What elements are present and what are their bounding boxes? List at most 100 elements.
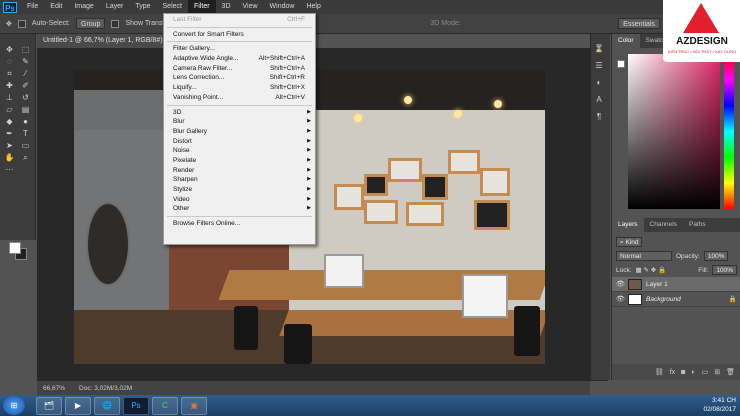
menu-3d[interactable]: 3D xyxy=(216,0,237,14)
layer-row-background[interactable]: 👁 Background 🔒 xyxy=(612,292,740,307)
healing-brush-tool-icon[interactable]: ✚ xyxy=(3,80,17,91)
eraser-tool-icon[interactable]: ▱ xyxy=(3,104,17,115)
path-select-tool-icon[interactable]: ➤ xyxy=(3,140,17,151)
foreground-color-swatch[interactable] xyxy=(9,242,21,254)
menu-file[interactable]: File xyxy=(21,0,44,14)
menu-item-distort[interactable]: Distort ▶ xyxy=(164,137,315,147)
gradient-tool-icon[interactable]: ▤ xyxy=(19,104,33,115)
taskbar-camtasia[interactable]: C xyxy=(152,396,178,415)
more-tools-icon[interactable]: ⋯ xyxy=(3,164,17,175)
visibility-eye-icon[interactable]: 👁 xyxy=(616,295,625,303)
blur-tool-icon[interactable]: ◆ xyxy=(3,116,17,127)
menu-item-render[interactable]: Render ▶ xyxy=(164,166,315,176)
system-clock[interactable]: 3:41 CH 02/08/2017 xyxy=(703,396,736,414)
start-button[interactable]: ⊞ xyxy=(3,396,25,415)
taskbar-browser[interactable]: 🌐 xyxy=(94,396,120,415)
opacity-field[interactable]: 100% xyxy=(703,251,729,261)
menu-item-filter-gallery[interactable]: Filter Gallery... xyxy=(164,44,315,54)
menu-type[interactable]: Type xyxy=(129,0,156,14)
layer-filter-kind-dropdown[interactable]: ⌕ Kind xyxy=(616,237,643,247)
lock-icons[interactable]: ▦ ✎ ✥ 🔒 xyxy=(636,266,667,274)
hue-slider[interactable] xyxy=(724,54,734,209)
menu-layer[interactable]: Layer xyxy=(100,0,130,14)
adjustment-layer-icon[interactable]: ◐ xyxy=(691,369,695,376)
3d-mode-label: 3D Mode: xyxy=(430,20,461,27)
dodge-tool-icon[interactable]: ● xyxy=(19,116,33,127)
tab-channels[interactable]: Channels xyxy=(644,218,683,232)
tab-layers[interactable]: Layers xyxy=(612,218,644,232)
clone-stamp-tool-icon[interactable]: ⊥ xyxy=(3,92,17,103)
lasso-tool-icon[interactable]: ◌ xyxy=(3,56,17,67)
adjustments-panel-icon[interactable]: ◐ xyxy=(593,78,605,88)
azdesign-logo: AZDESIGN KIẾN TRÚC • NỘI THẤT • XÂY DỰNG xyxy=(663,0,740,62)
pen-tool-icon[interactable]: ✒ xyxy=(3,128,17,139)
workspace-dropdown[interactable]: Essentials xyxy=(618,18,660,29)
crop-tool-icon[interactable]: ⌗ xyxy=(3,68,17,79)
history-panel-icon[interactable]: ⌛ xyxy=(593,44,605,54)
brush-tool-icon[interactable]: ✐ xyxy=(19,80,33,91)
menu-item-adaptive-wide-angle[interactable]: Adaptive Wide Angle... Alt+Shift+Ctrl+A xyxy=(164,54,315,64)
canvas-area[interactable] xyxy=(37,48,608,381)
character-panel-icon[interactable]: A xyxy=(593,95,605,105)
menu-item-stylize[interactable]: Stylize ▶ xyxy=(164,185,315,195)
paragraph-panel-icon[interactable]: ¶ xyxy=(593,112,605,122)
menu-item-noise[interactable]: Noise ▶ xyxy=(164,146,315,156)
photoshop-logo: Ps xyxy=(3,1,17,13)
menu-edit[interactable]: Edit xyxy=(44,0,68,14)
show-transform-checkbox[interactable] xyxy=(111,19,120,28)
add-mask-icon[interactable]: ◙ xyxy=(681,369,685,376)
menu-help[interactable]: Help xyxy=(300,0,326,14)
shape-tool-icon[interactable]: ▭ xyxy=(19,140,33,151)
menu-item-last-filter[interactable]: Last Filter Ctrl+F xyxy=(164,15,315,25)
new-group-icon[interactable]: ▭ xyxy=(702,368,709,376)
blend-mode-dropdown[interactable]: Normal xyxy=(616,251,672,261)
menu-item-vanishing-point[interactable]: Vanishing Point... Alt+Ctrl+V xyxy=(164,93,315,103)
taskbar-photoshop[interactable]: Ps xyxy=(123,396,149,415)
link-layers-icon[interactable]: ⛓ xyxy=(655,368,664,376)
zoom-level[interactable]: 66,67% xyxy=(43,385,65,392)
menu-image[interactable]: Image xyxy=(68,0,99,14)
hand-tool-icon[interactable]: ✋ xyxy=(3,152,17,163)
tab-color[interactable]: Color xyxy=(612,34,640,48)
taskbar-media-player[interactable]: ▶ xyxy=(65,396,91,415)
quick-select-tool-icon[interactable]: ✎ xyxy=(19,56,33,67)
type-tool-icon[interactable]: T xyxy=(19,128,33,139)
menu-item-blur[interactable]: Blur ▶ xyxy=(164,117,315,127)
menu-item-sharpen[interactable]: Sharpen ▶ xyxy=(164,175,315,185)
taskbar-file-explorer[interactable]: 🗂 xyxy=(36,396,62,415)
menu-window[interactable]: Window xyxy=(264,0,301,14)
menu-item-convert-smart-filters[interactable]: Convert for Smart Filters xyxy=(164,30,315,40)
menu-item-browse-filters-online[interactable]: Browse Filters Online... xyxy=(164,219,315,229)
color-picker-field[interactable] xyxy=(628,54,720,209)
menu-select[interactable]: Select xyxy=(157,0,188,14)
layer-row-layer-1[interactable]: 👁 Layer 1 xyxy=(612,277,740,292)
menu-item-liquify[interactable]: Liquify... Shift+Ctrl+X xyxy=(164,83,315,93)
menu-item-blur-gallery[interactable]: Blur Gallery ▶ xyxy=(164,127,315,137)
move-tool-icon[interactable]: ✥ xyxy=(6,20,12,28)
menu-item-other[interactable]: Other ▶ xyxy=(164,204,315,214)
menu-filter[interactable]: Filter xyxy=(187,0,216,14)
eyedropper-tool-icon[interactable]: ⁄ xyxy=(19,68,33,79)
tab-paths[interactable]: Paths xyxy=(683,218,712,232)
menu-item-video[interactable]: Video ▶ xyxy=(164,195,315,205)
menu-item-3d[interactable]: 3D ▶ xyxy=(164,108,315,118)
photo-wall-shelves xyxy=(324,144,514,234)
taskbar-recorder[interactable]: ▣ xyxy=(181,396,207,415)
marquee-tool-icon[interactable]: ⬚ xyxy=(19,44,33,55)
menu-item-camera-raw[interactable]: Camera Raw Filter... Shift+Ctrl+A xyxy=(164,64,315,74)
fill-field[interactable]: 100% xyxy=(712,265,737,275)
layer-style-icon[interactable]: fx xyxy=(670,369,675,376)
new-layer-icon[interactable]: ⊞ xyxy=(714,368,720,376)
visibility-eye-icon[interactable]: 👁 xyxy=(616,280,625,288)
menu-item-lens-correction[interactable]: Lens Correction... Shift+Ctrl+R xyxy=(164,73,315,83)
delete-layer-icon[interactable]: 🗑 xyxy=(726,368,735,376)
properties-panel-icon[interactable]: ☰ xyxy=(593,61,605,71)
zoom-tool-icon[interactable]: ⌕ xyxy=(19,152,33,163)
foreground-color-chip[interactable] xyxy=(617,60,625,68)
move-tool-icon[interactable]: ✥ xyxy=(3,44,17,55)
auto-select-checkbox[interactable] xyxy=(17,19,26,28)
menu-item-pixelate[interactable]: Pixelate ▶ xyxy=(164,156,315,166)
menu-view[interactable]: View xyxy=(237,0,264,14)
history-brush-tool-icon[interactable]: ↺ xyxy=(19,92,33,103)
auto-select-target-dropdown[interactable]: Group xyxy=(76,18,106,29)
